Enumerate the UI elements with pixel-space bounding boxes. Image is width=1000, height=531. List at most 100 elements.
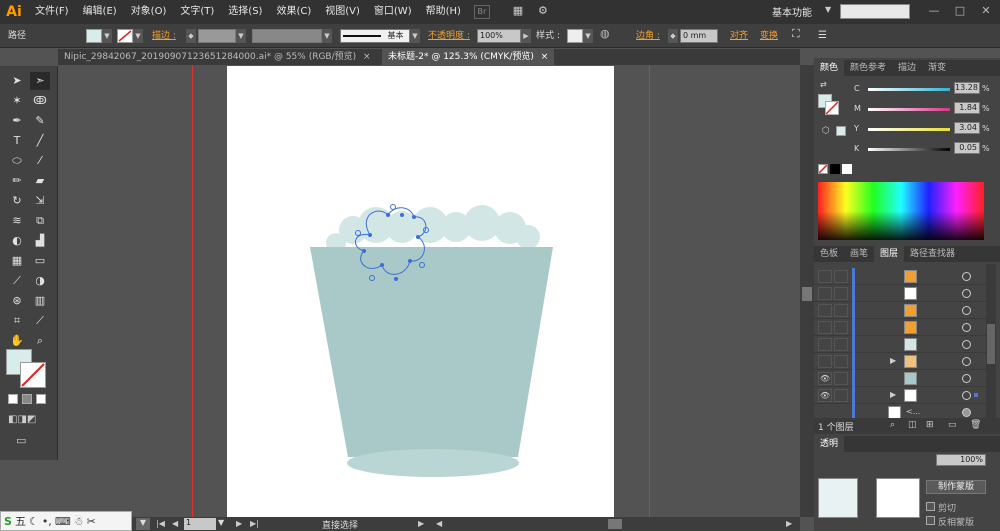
- tab-swatches[interactable]: 色板: [814, 246, 844, 262]
- color-spectrum[interactable]: [818, 182, 984, 240]
- gradient-tool-icon[interactable]: ▭: [30, 252, 50, 270]
- corner-radius-field[interactable]: 0 mm: [680, 29, 718, 43]
- artboard-tool-icon[interactable]: ⌗: [7, 312, 27, 330]
- locate-object-icon[interactable]: ⌕: [890, 420, 895, 430]
- canvas-area[interactable]: [58, 65, 800, 517]
- first-artboard-icon[interactable]: |◀: [156, 519, 165, 528]
- menu-type[interactable]: 文字(T): [173, 0, 221, 24]
- menu-help[interactable]: 帮助(H): [419, 0, 468, 24]
- target-icon[interactable]: [962, 374, 971, 383]
- layer-row[interactable]: [814, 268, 986, 285]
- tab-untitled-2[interactable]: 未标题-2* @ 125.3% (CMYK/预览) ×: [382, 49, 555, 65]
- ime-tools-icon[interactable]: ✂: [87, 515, 96, 528]
- lock-toggle[interactable]: [834, 270, 848, 283]
- last-artboard-icon[interactable]: ▶|: [250, 519, 259, 528]
- make-mask-button[interactable]: 制作蒙版: [926, 480, 986, 494]
- stroke-weight-stepper[interactable]: ◆: [186, 29, 196, 43]
- out-of-gamut-icon[interactable]: ⬡: [822, 126, 830, 136]
- layers-scroll-thumb[interactable]: [987, 324, 995, 364]
- opacity-dropdown-icon[interactable]: ▶: [521, 29, 531, 43]
- opacity-label[interactable]: 不透明度 :: [428, 29, 470, 43]
- visibility-toggle[interactable]: [818, 355, 832, 368]
- slice-tool-icon[interactable]: ⟋: [30, 312, 50, 330]
- horizontal-scroll-thumb[interactable]: [608, 519, 622, 529]
- eraser-tool-icon[interactable]: ▰: [30, 172, 50, 190]
- transform-link[interactable]: 变换: [760, 29, 778, 43]
- target-icon[interactable]: [962, 408, 971, 417]
- menu-select[interactable]: 选择(S): [221, 0, 269, 24]
- layers-scrollbar[interactable]: [986, 264, 996, 418]
- status-menu-icon[interactable]: ▶: [418, 519, 424, 528]
- magic-wand-icon[interactable]: ✶: [7, 92, 27, 110]
- tab-brushes[interactable]: 画笔: [844, 246, 874, 262]
- tab-close-icon[interactable]: ×: [363, 52, 371, 62]
- curvature-tool-icon[interactable]: ✎: [30, 112, 50, 130]
- tab-stroke[interactable]: 描边: [892, 60, 922, 76]
- bridge-button[interactable]: Br: [473, 5, 490, 19]
- blend-tool-icon[interactable]: ◑: [30, 272, 50, 290]
- transparency-opacity-field[interactable]: 100%: [936, 454, 986, 466]
- menu-file[interactable]: 文件(F): [28, 0, 76, 24]
- lock-toggle[interactable]: [834, 389, 848, 402]
- layer-row[interactable]: 👁 ▶: [814, 387, 986, 404]
- ime-punctuation-icon[interactable]: •,: [42, 515, 52, 528]
- slider-m-value[interactable]: 1.84: [954, 102, 980, 114]
- ime-moon-icon[interactable]: ☾: [29, 515, 39, 528]
- pen-tool-icon[interactable]: ✒: [7, 112, 27, 130]
- expand-arrow-icon[interactable]: ▶: [890, 356, 896, 365]
- black-swatch[interactable]: [830, 164, 840, 174]
- restore-icon[interactable]: □: [952, 3, 968, 19]
- isolate-object-icon[interactable]: ⛶: [792, 27, 800, 41]
- new-sublayer-icon[interactable]: ⊞: [926, 420, 934, 430]
- ime-toolbar[interactable]: S 五 ☾ •, ⌨ ☃ ✂: [0, 511, 132, 531]
- workspace-dropdown-icon[interactable]: ▼: [825, 5, 831, 14]
- corner-label[interactable]: 边角 :: [636, 29, 660, 43]
- ime-logo-icon[interactable]: S: [4, 515, 12, 528]
- align-link[interactable]: 对齐: [730, 29, 748, 43]
- zoom-tool-icon[interactable]: ⌕: [30, 332, 50, 350]
- tab-gradient[interactable]: 渐变: [922, 60, 952, 76]
- layer-row[interactable]: [814, 285, 986, 302]
- target-icon[interactable]: [962, 340, 971, 349]
- visibility-toggle[interactable]: [818, 287, 832, 300]
- gamut-swatch[interactable]: [836, 126, 846, 136]
- layer-row[interactable]: [814, 302, 986, 319]
- lock-toggle[interactable]: [834, 321, 848, 334]
- line-tool-icon[interactable]: ╱: [30, 132, 50, 150]
- shape-builder-icon[interactable]: ◐: [7, 232, 27, 250]
- lasso-tool-icon[interactable]: ↂ: [30, 92, 50, 110]
- scroll-right-icon[interactable]: ▶: [786, 519, 792, 528]
- slider-m-track[interactable]: [868, 108, 950, 111]
- lock-toggle[interactable]: [834, 287, 848, 300]
- style-dropdown-icon[interactable]: ▼: [583, 29, 593, 43]
- slider-k-value[interactable]: 0.05: [954, 142, 980, 154]
- tab-layers[interactable]: 图层: [874, 246, 905, 262]
- direct-selection-tool-icon[interactable]: ➣: [30, 72, 50, 90]
- tab-color[interactable]: 颜色: [814, 60, 845, 76]
- ime-keyboard-icon[interactable]: ⌨: [55, 515, 71, 528]
- layer-row[interactable]: ▶: [814, 353, 986, 370]
- paintbrush-tool-icon[interactable]: ⁄: [30, 152, 50, 170]
- opacity-field[interactable]: 100%: [477, 29, 521, 43]
- lock-toggle[interactable]: [834, 355, 848, 368]
- vertical-scroll-thumb[interactable]: [802, 287, 812, 301]
- next-artboard-icon[interactable]: ▶: [236, 519, 242, 528]
- visibility-toggle[interactable]: 👁: [818, 389, 832, 402]
- pencil-tool-icon[interactable]: ✏: [7, 172, 27, 190]
- stroke-weight-dropdown-icon[interactable]: ▼: [236, 29, 246, 43]
- width-tool-icon[interactable]: ≋: [7, 212, 27, 230]
- tab-transparency[interactable]: 透明: [814, 436, 845, 452]
- visibility-toggle[interactable]: 👁: [818, 372, 832, 385]
- stroke-label[interactable]: 描边 :: [152, 29, 176, 43]
- brush-dropdown-icon[interactable]: ▼: [410, 29, 420, 43]
- scale-tool-icon[interactable]: ⇲: [30, 192, 50, 210]
- layer-row[interactable]: [814, 319, 986, 336]
- target-icon[interactable]: [962, 323, 971, 332]
- tab-pathfinder[interactable]: 路径查找器: [904, 246, 961, 262]
- gpu-performance-icon[interactable]: ⚙: [534, 5, 552, 19]
- target-icon[interactable]: [962, 357, 971, 366]
- ime-mode[interactable]: 五: [15, 513, 26, 529]
- arrange-documents-icon[interactable]: ▦: [508, 5, 528, 19]
- perspective-grid-icon[interactable]: ▟: [30, 232, 50, 250]
- hand-tool-icon[interactable]: ✋: [7, 332, 27, 350]
